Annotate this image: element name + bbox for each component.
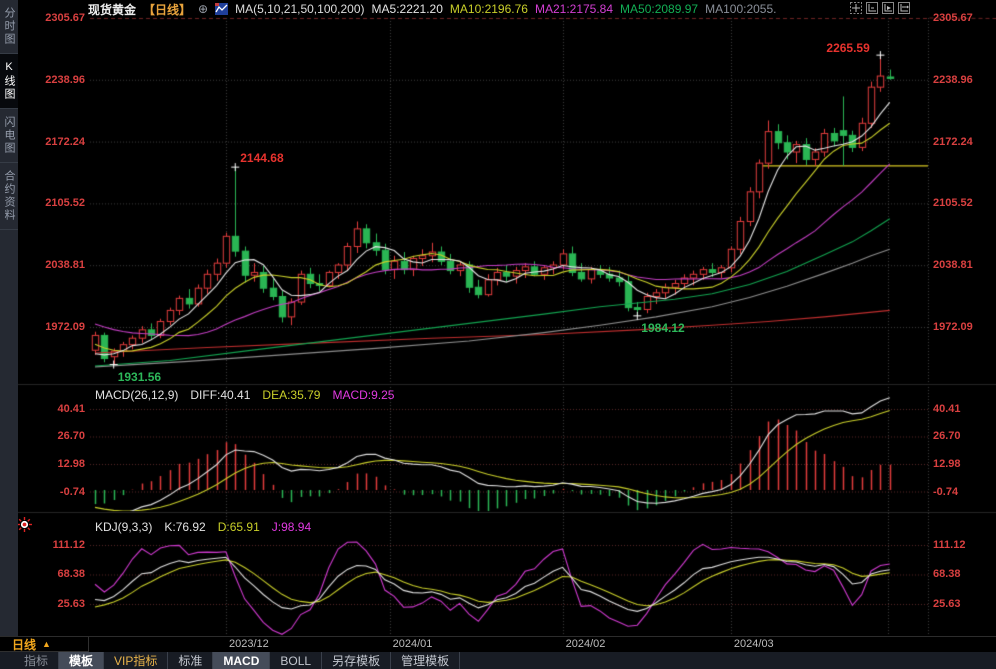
price-annotation: 2265.59: [826, 41, 869, 55]
sidebar-tab-flash[interactable]: 闪电图: [0, 109, 18, 163]
kdj-axis-label: 111.12: [933, 539, 965, 551]
ma50-value: MA50:2089.97: [620, 2, 698, 16]
macd-axis-label: -0.74: [30, 486, 85, 498]
date-label: 2024/03: [734, 638, 774, 650]
pane-axes-play-icon[interactable]: [882, 2, 894, 14]
pane-axes-export-icon[interactable]: [898, 2, 910, 14]
pane-axes-icon[interactable]: [866, 2, 878, 14]
ma21-value: MA21:2175.84: [535, 2, 613, 16]
ma10-value: MA10:2196.76: [450, 2, 528, 16]
price-axis-label: 1972.09: [933, 321, 973, 333]
kdj-axis-label: 25.63: [933, 598, 961, 610]
kdj-panel-header: KDJ(9,3,3) K:76.92 D:65.91 J:98.94: [95, 520, 311, 534]
price-axis-label: 2105.52: [30, 197, 85, 209]
header-toolbar: [850, 2, 910, 14]
macd-macd-value: MACD:9.25: [332, 388, 394, 402]
period-label: 日线: [12, 636, 36, 653]
tab-macd[interactable]: MACD: [213, 652, 270, 669]
kdj-d-value: D:65.91: [218, 520, 260, 534]
kdj-name[interactable]: KDJ(9,3,3): [95, 520, 152, 534]
tab-boll[interactable]: BOLL: [270, 652, 322, 669]
tab-manage-templates[interactable]: 管理模板: [391, 652, 460, 669]
tab-indicators[interactable]: 指标: [14, 652, 59, 669]
kdj-axis-label: 25.63: [30, 598, 85, 610]
kdj-axis-label: 68.38: [933, 568, 961, 580]
price-axis-label: 2238.96: [933, 74, 973, 86]
period-arrow-icon: ▲: [42, 639, 51, 649]
chart-canvas[interactable]: [0, 0, 996, 669]
kdj-axis-label: 111.12: [30, 539, 85, 551]
tab-standard[interactable]: 标准: [168, 652, 213, 669]
macd-axis-label: -0.74: [933, 486, 958, 498]
macd-dea-value: DEA:35.79: [262, 388, 320, 402]
price-axis-label: 2172.24: [933, 136, 973, 148]
date-label: 2024/02: [566, 638, 606, 650]
tab-templates[interactable]: 模板: [59, 652, 104, 669]
indicator-tabbar: 指标 模板 VIP指标 标准 MACD BOLL 另存模板 管理模板: [0, 652, 996, 669]
price-axis-label: 2105.52: [933, 197, 973, 209]
price-axis-label: 2305.67: [30, 12, 85, 24]
price-axis-label: 2038.81: [933, 259, 973, 271]
period-selector[interactable]: 日线 ▲: [0, 637, 89, 652]
price-annotation: 1984.12: [641, 321, 684, 335]
date-label: 2023/12: [229, 638, 269, 650]
macd-name[interactable]: MACD(26,12,9): [95, 388, 178, 402]
macd-diff-value: DIFF:40.41: [190, 388, 250, 402]
trading-app: 现货黄金 【日线】 ⊕ MA(5,10,21,50,100,200) MA5:2…: [0, 0, 996, 669]
macd-panel-header: MACD(26,12,9) DIFF:40.41 DEA:35.79 MACD:…: [95, 388, 394, 402]
price-axis-label: 2172.24: [30, 136, 85, 148]
macd-axis-label: 12.98: [30, 458, 85, 470]
kdj-axis-label: 68.38: [30, 568, 85, 580]
macd-axis-label: 40.41: [30, 403, 85, 415]
expand-icon[interactable]: ⊕: [198, 2, 208, 16]
period-tag[interactable]: 【日线】: [143, 1, 191, 18]
macd-axis-label: 40.41: [933, 403, 961, 415]
macd-axis-label: 26.70: [933, 430, 961, 442]
sidebar-tab-timeshare[interactable]: 分时图: [0, 0, 18, 54]
symbol-title: 现货黄金: [88, 1, 136, 18]
ma100-value: MA100:2055.: [705, 2, 776, 16]
crosshair-icon[interactable]: [850, 2, 862, 14]
mini-chart-icon[interactable]: [215, 3, 228, 15]
kdj-k-value: K:76.92: [164, 520, 205, 534]
tab-save-template[interactable]: 另存模板: [322, 652, 391, 669]
alert-burst-icon[interactable]: [17, 517, 32, 532]
price-axis-label: 1972.09: [30, 321, 85, 333]
time-axis: 日线 ▲: [0, 636, 996, 653]
tab-vip-indicators[interactable]: VIP指标: [104, 652, 168, 669]
date-label: 2024/01: [393, 638, 433, 650]
price-annotation: 1931.56: [118, 370, 161, 384]
ma5-value: MA5:2221.20: [372, 2, 443, 16]
macd-axis-label: 26.70: [30, 430, 85, 442]
ma-params: MA(5,10,21,50,100,200): [235, 2, 364, 16]
sidebar-tab-contract-info[interactable]: 合约资料: [0, 163, 18, 230]
kdj-j-value: J:98.94: [272, 520, 311, 534]
chart-type-sidebar: 分时图 K线图 闪电图 合约资料: [0, 0, 18, 636]
sidebar-tab-kline[interactable]: K线图: [0, 54, 18, 109]
price-axis-label: 2238.96: [30, 74, 85, 86]
price-axis-label: 2038.81: [30, 259, 85, 271]
macd-axis-label: 12.98: [933, 458, 961, 470]
price-annotation: 2144.68: [240, 151, 283, 165]
